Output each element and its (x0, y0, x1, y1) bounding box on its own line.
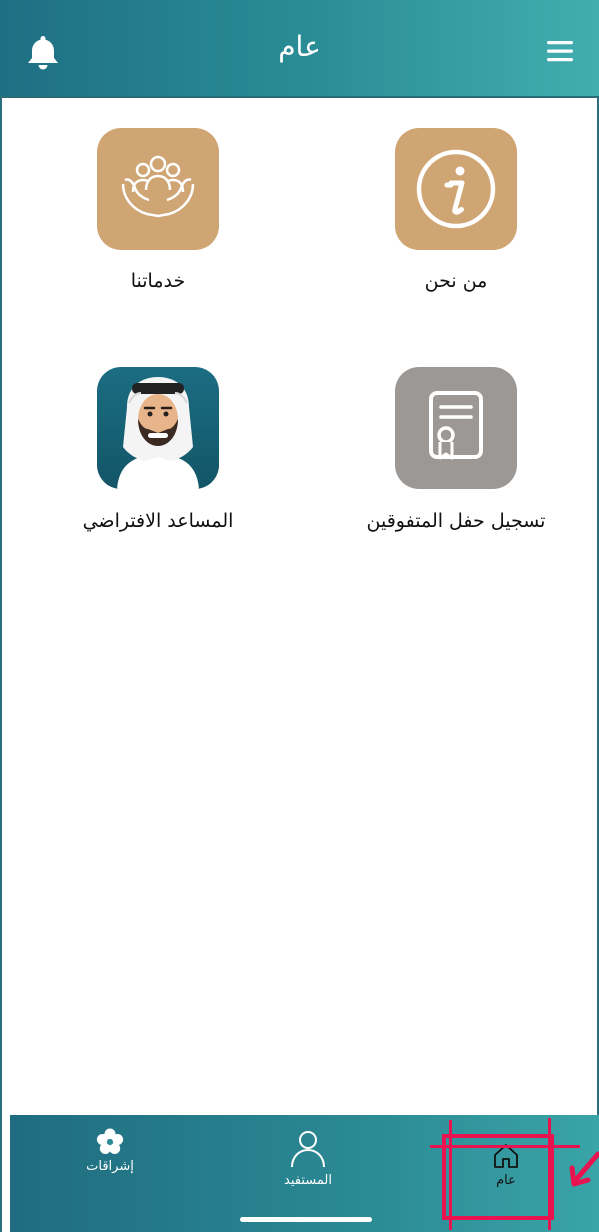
top-bar: عام (0, 0, 599, 98)
info-icon (416, 149, 496, 229)
about-us-tile[interactable] (395, 128, 517, 250)
annotation-arrow-icon (569, 1151, 599, 1187)
nav-beneficiary[interactable]: المستفيد (248, 1127, 368, 1207)
nav-ishraqat-label: إشراقات (86, 1159, 134, 1174)
flower-icon (96, 1128, 124, 1154)
honors-registration-tile[interactable] (395, 367, 517, 489)
hamburger-menu-icon[interactable] (545, 38, 577, 64)
people-in-hands-icon (121, 155, 195, 218)
nav-ishraqat[interactable]: إشراقات (50, 1127, 170, 1207)
honors-registration-label: تسجيل حفل المتفوقين (366, 510, 546, 532)
nav-beneficiary-label: المستفيد (284, 1173, 332, 1188)
our-services-label: خدماتنا (130, 270, 186, 292)
annotation-stroke (548, 1118, 551, 1230)
annotation-stroke (449, 1120, 452, 1230)
page-title: عام (278, 30, 321, 63)
virtual-assistant-tile[interactable] (97, 367, 219, 489)
virtual-assistant-label: المساعد الافتراضي (82, 510, 234, 532)
home-indicator[interactable] (240, 1217, 372, 1222)
our-services-tile[interactable] (97, 128, 219, 250)
about-us-label: من نحن (424, 270, 488, 292)
certificate-icon (429, 391, 483, 460)
annotation-stroke (430, 1145, 580, 1148)
virtual-assistant-avatar (117, 377, 199, 489)
user-icon (291, 1131, 325, 1168)
